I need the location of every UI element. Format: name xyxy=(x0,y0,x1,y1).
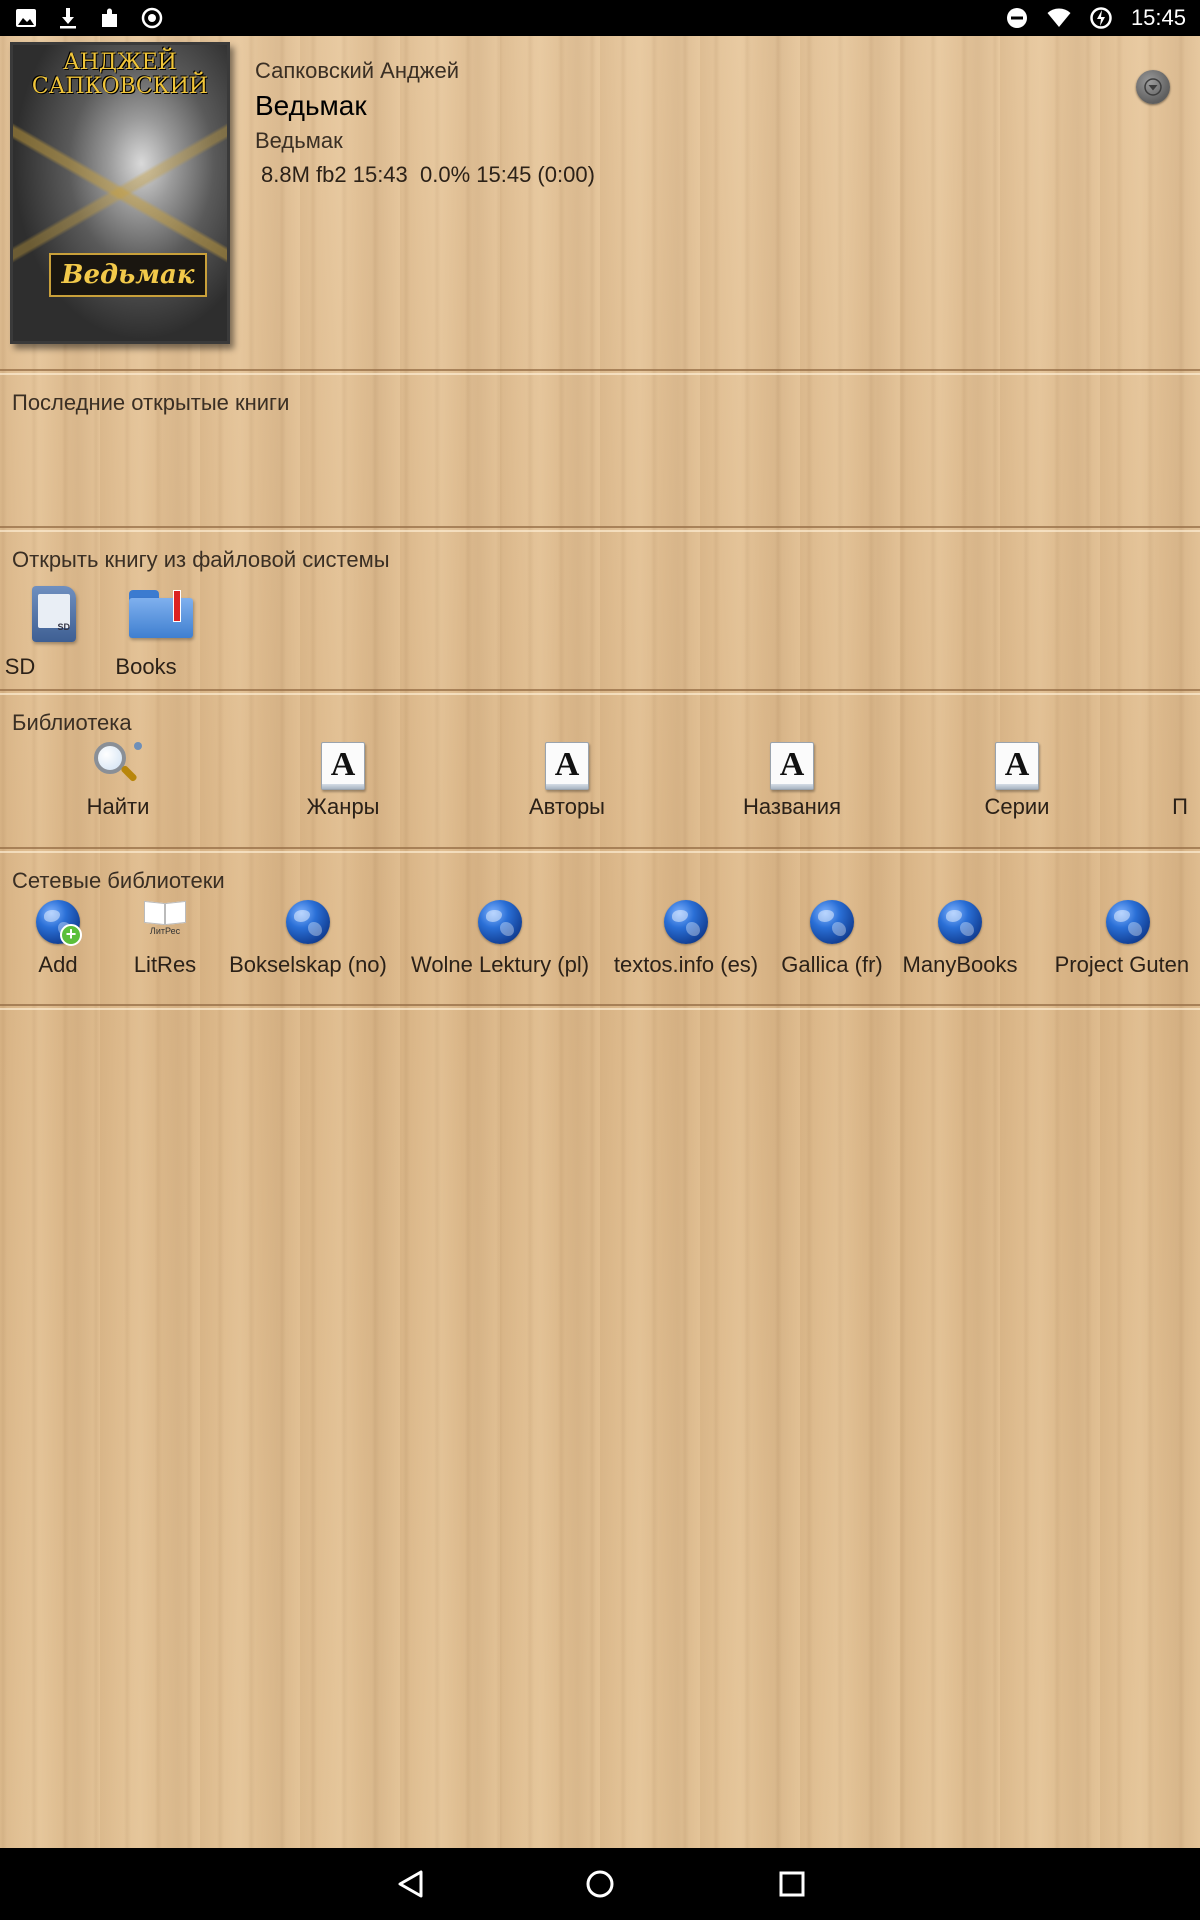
network-item-litres[interactable]: ЛитРес LitRes xyxy=(120,896,210,986)
library-item-label: Авторы xyxy=(529,794,605,819)
library-item-authors[interactable]: A Авторы xyxy=(499,736,635,832)
document-icon: A xyxy=(545,742,589,790)
network-item-label: LitRes xyxy=(133,952,197,977)
status-bar: 15:45 xyxy=(0,0,1200,36)
network-item-textos-info[interactable]: textos.info (es) xyxy=(605,896,767,986)
network-item-manybooks[interactable]: ManyBooks xyxy=(896,896,1024,986)
document-icon: A xyxy=(995,742,1039,790)
book-title: Ведьмак xyxy=(255,90,367,121)
litres-icon: ЛитРес xyxy=(143,896,187,940)
library-item-series[interactable]: A Серии xyxy=(949,736,1085,832)
home-icon[interactable] xyxy=(580,1864,620,1904)
library-item-label: Найти xyxy=(86,794,150,819)
cover-title: Ведьмак xyxy=(61,260,195,290)
library-item-more[interactable]: П xyxy=(1160,736,1200,832)
network-item-project-gutenberg[interactable]: Project Gutenb xyxy=(1032,896,1190,986)
cover-title-plate: Ведьмак xyxy=(49,253,207,297)
cover-author-line1: АНДЖЕЙ xyxy=(63,50,177,75)
divider xyxy=(0,689,1200,695)
library-item-label: Жанры xyxy=(306,794,380,819)
network-item-label: Bokselskap (no) xyxy=(229,952,387,977)
globe-icon xyxy=(810,900,854,944)
library-item-label: П xyxy=(1172,794,1188,819)
data-saver-icon xyxy=(1090,7,1112,29)
network-item-wolne-lektury[interactable]: Wolne Lektury (pl) xyxy=(400,896,600,986)
network-item-label: Project Gutenb xyxy=(1054,952,1190,977)
plus-icon: + xyxy=(60,924,82,946)
filesystem-item-label: Books xyxy=(115,654,177,679)
filesystem-item-label: SD xyxy=(4,654,36,679)
litres-brand: ЛитРес xyxy=(149,926,181,936)
globe-icon xyxy=(286,900,330,944)
network-item-bokselskap[interactable]: Bokselskap (no) xyxy=(218,896,398,986)
network-item-label: ManyBooks xyxy=(902,952,1018,977)
menu-button[interactable] xyxy=(1136,70,1170,104)
search-icon xyxy=(90,740,146,788)
network-item-label: Gallica (fr) xyxy=(781,952,883,977)
library-item-genres[interactable]: A Жанры xyxy=(275,736,411,832)
puzzle-icon xyxy=(102,8,117,27)
divider xyxy=(0,526,1200,532)
filesystem-item-books[interactable]: Books xyxy=(100,580,200,680)
divider xyxy=(0,369,1200,375)
globe-icon xyxy=(938,900,982,944)
globe-icon xyxy=(478,900,522,944)
wifi-icon xyxy=(1047,8,1071,27)
document-icon: A xyxy=(770,742,814,790)
section-title-recent: Последние открытые книги xyxy=(12,390,290,415)
cover-author-line2: САПКОВСКИЙ xyxy=(31,74,209,99)
cover-author: АНДЖЕЙ САПКОВСКИЙ xyxy=(13,51,227,99)
book-cover[interactable]: АНДЖЕЙ САПКОВСКИЙ Ведьмак xyxy=(10,42,230,344)
book-info: 8.8M fb2 15:43 0.0% 15:45 (0:00) xyxy=(261,162,595,187)
book-series: Ведьмак xyxy=(255,128,343,153)
folder-icon xyxy=(129,586,193,638)
recents-icon[interactable] xyxy=(772,1864,812,1904)
section-title-library: Библиотека xyxy=(12,710,132,735)
library-item-titles[interactable]: A Названия xyxy=(724,736,860,832)
current-book-header[interactable]: АНДЖЕЙ САПКОВСКИЙ Ведьмак Сапковский Анд… xyxy=(0,36,1200,372)
library-item-label: Названия xyxy=(743,794,841,819)
library-item-label: Серии xyxy=(984,794,1050,819)
network-item-add[interactable]: + Add xyxy=(18,896,98,986)
navigation-bar xyxy=(0,1848,1200,1920)
status-right: 15:45 xyxy=(1005,5,1186,31)
image-icon xyxy=(16,9,36,27)
divider xyxy=(0,1004,1200,1010)
download-icon xyxy=(60,8,76,29)
status-left xyxy=(14,6,164,30)
document-icon: A xyxy=(321,742,365,790)
network-item-label: Add xyxy=(38,952,78,977)
network-item-gallica[interactable]: Gallica (fr) xyxy=(774,896,890,986)
divider xyxy=(0,847,1200,853)
sd-card-icon xyxy=(32,586,76,642)
library-item-find[interactable]: Найти xyxy=(50,736,186,832)
section-title-filesystem: Открыть книгу из файловой системы xyxy=(12,547,390,572)
back-icon[interactable] xyxy=(391,1864,431,1904)
section-title-network: Сетевые библиотеки xyxy=(12,868,225,893)
book-author: Сапковский Анджей xyxy=(255,58,460,83)
filesystem-item-sd[interactable]: SD xyxy=(0,580,100,680)
do-not-disturb-icon xyxy=(1006,8,1027,28)
network-item-label: Wolne Lektury (pl) xyxy=(410,952,590,977)
network-item-label: textos.info (es) xyxy=(613,952,759,977)
globe-icon xyxy=(664,900,708,944)
chevron-down-icon xyxy=(1144,78,1162,96)
globe-icon xyxy=(1106,900,1150,944)
status-time: 15:45 xyxy=(1130,5,1186,30)
record-icon xyxy=(141,7,163,29)
